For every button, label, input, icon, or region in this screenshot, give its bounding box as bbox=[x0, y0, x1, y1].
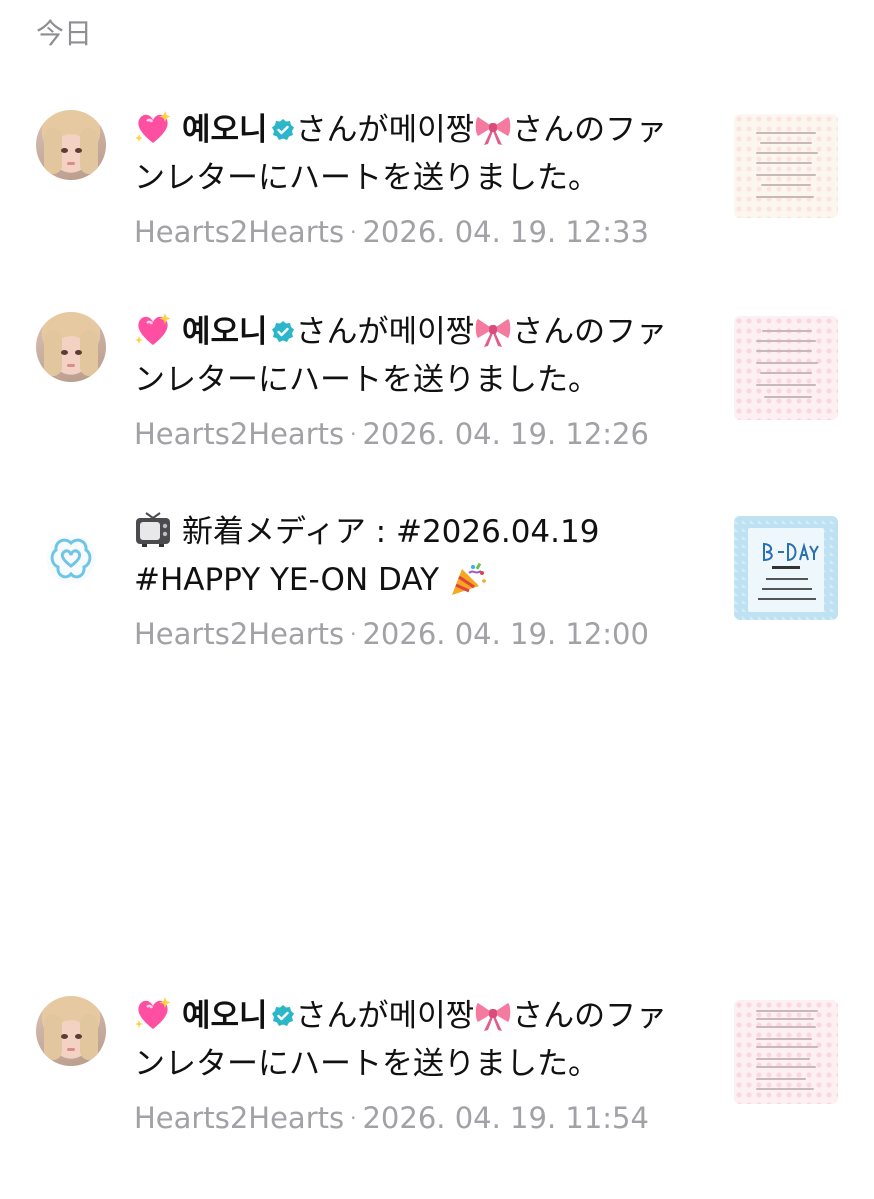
timestamp: 2026. 04. 19. 12:00 bbox=[362, 617, 649, 651]
sparkling-heart-icon bbox=[135, 313, 171, 345]
hearts2hearts-logo-icon[interactable] bbox=[46, 534, 96, 584]
notification-item[interactable]: 新着メディア : #2026.04.19 #HAPPY YE-ON DAY Hea… bbox=[0, 512, 874, 682]
fan-letter-thumbnail[interactable] bbox=[734, 114, 838, 218]
timestamp: 2026. 04. 19. 12:26 bbox=[362, 417, 649, 451]
verified-badge-icon bbox=[271, 1005, 294, 1026]
verified-badge-icon bbox=[271, 119, 294, 140]
timestamp: 2026. 04. 19. 11:54 bbox=[362, 1101, 649, 1135]
actor-name[interactable]: 예오니 bbox=[182, 112, 268, 148]
avatar[interactable] bbox=[36, 996, 106, 1066]
media-title: 新着メディア : #2026.04.19 bbox=[182, 514, 600, 550]
notification-meta: Hearts2Hearts · 2026. 04. 19. 12:33 bbox=[134, 215, 649, 249]
birthday-card-illustration bbox=[758, 542, 819, 600]
media-hashtag: #HAPPY YE-ON DAY bbox=[134, 562, 440, 598]
ribbon-icon bbox=[475, 319, 511, 347]
sparkling-heart-icon bbox=[135, 111, 171, 143]
notification-meta: Hearts2Hearts · 2026. 04. 19. 11:54 bbox=[134, 1101, 649, 1135]
sparkling-heart-icon bbox=[135, 997, 171, 1029]
ribbon-icon bbox=[475, 1003, 511, 1031]
notification-meta: Hearts2Hearts · 2026. 04. 19. 12:26 bbox=[134, 417, 649, 451]
notification-message: 예오니 さんが메이짱 さんのファンレターにハートを送りました。 bbox=[134, 111, 668, 196]
source-label: Hearts2Hearts bbox=[134, 617, 345, 651]
ribbon-icon bbox=[475, 117, 511, 145]
party-popper-icon bbox=[451, 562, 486, 595]
recipient-name: 메이짱 bbox=[388, 112, 475, 148]
section-header-today: 今日 bbox=[36, 17, 93, 50]
fan-letter-thumbnail[interactable] bbox=[734, 316, 838, 420]
recipient-name: 메이짱 bbox=[388, 314, 475, 350]
verified-badge-icon bbox=[271, 321, 294, 342]
source-label: Hearts2Hearts bbox=[134, 417, 345, 451]
notification-meta: Hearts2Hearts · 2026. 04. 19. 12:00 bbox=[134, 617, 649, 651]
avatar[interactable] bbox=[36, 312, 106, 382]
notification-item[interactable]: 예오니 さんが메이짱 さんのファンレターにハートを送りました。 Hearts2H… bbox=[0, 996, 874, 1166]
fan-letter-thumbnail[interactable] bbox=[734, 1000, 838, 1104]
actor-name[interactable]: 예오니 bbox=[182, 998, 268, 1034]
notification-message: 新着メディア : #2026.04.19 #HAPPY YE-ON DAY bbox=[134, 508, 694, 604]
notification-item[interactable]: 예오니 さんが메이짱 さんのファンレターにハートを送りました。 Hearts2H… bbox=[0, 110, 874, 280]
source-label: Hearts2Hearts bbox=[134, 1101, 345, 1135]
television-icon bbox=[136, 512, 170, 547]
notification-message: 예오니 さんが메이짱 さんのファンレターにハートを送りました。 bbox=[134, 313, 668, 398]
notification-item[interactable]: 예오니 さんが메이짱 さんのファンレターにハートを送りました。 Hearts2H… bbox=[0, 312, 874, 482]
recipient-name: 메이짱 bbox=[388, 998, 475, 1034]
media-thumbnail[interactable] bbox=[734, 516, 838, 620]
timestamp: 2026. 04. 19. 12:33 bbox=[362, 215, 649, 249]
source-label: Hearts2Hearts bbox=[134, 215, 345, 249]
actor-name[interactable]: 예오니 bbox=[182, 314, 268, 350]
avatar[interactable] bbox=[36, 110, 106, 180]
notification-message: 예오니 さんが메이짱 さんのファンレターにハートを送りました。 bbox=[134, 997, 668, 1082]
